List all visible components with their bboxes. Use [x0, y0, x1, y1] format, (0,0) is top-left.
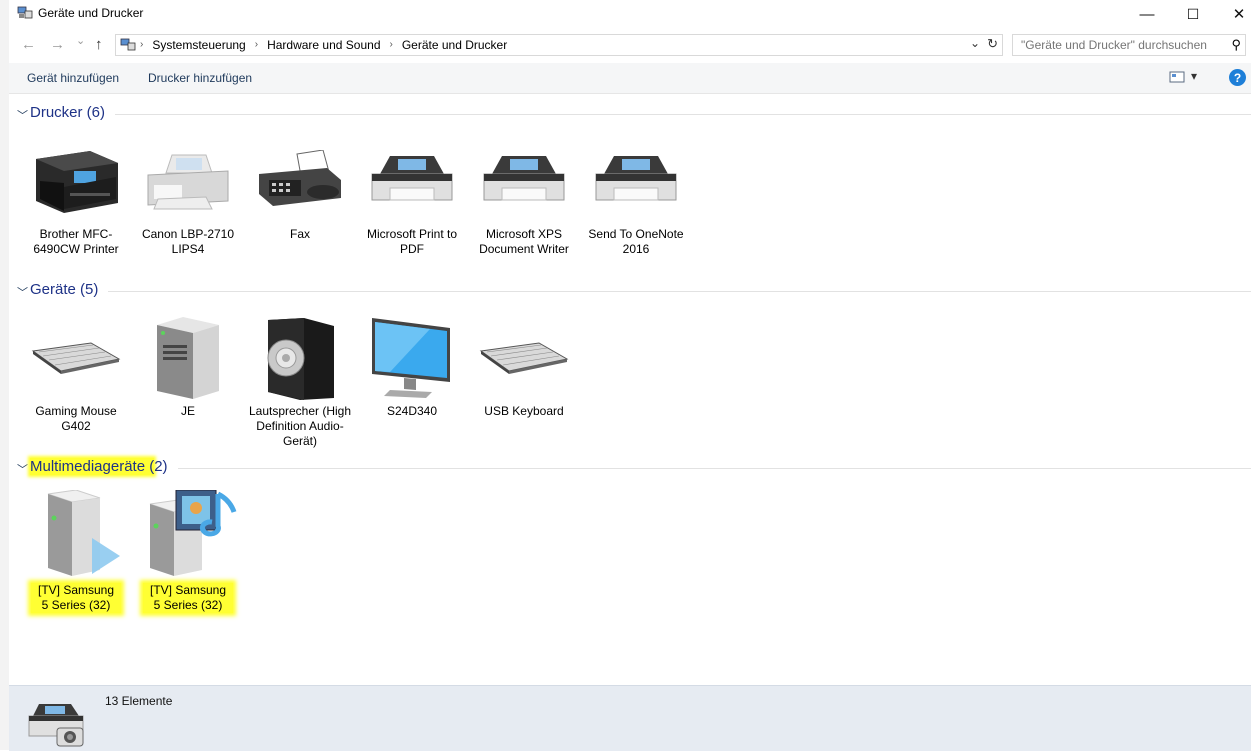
device-item-tv-samsung-renderer[interactable]: [TV] Samsung 5 Series (32)	[21, 490, 131, 613]
address-dropdown-icon[interactable]: ⌄	[970, 36, 980, 50]
maximize-button[interactable]: ☐	[1170, 0, 1216, 28]
view-dropdown-icon[interactable]: ▾	[1191, 69, 1197, 83]
device-item-fax[interactable]: Fax	[245, 138, 355, 242]
title-bar: Geräte und Drucker — ☐ ✕	[9, 0, 1251, 28]
device-item-tv-samsung-server[interactable]: [TV] Samsung 5 Series (32)	[133, 490, 243, 613]
group-header-devices[interactable]: ﹀ Geräte (5)	[9, 281, 1251, 301]
devices-content-pane: ﹀ Drucker (6) Brother MFC-6490CW Printer	[9, 94, 1251, 684]
device-item-ms-print-to-pdf[interactable]: Microsoft Print to PDF	[357, 138, 467, 257]
collapse-chevron-icon[interactable]: ﹀	[17, 284, 28, 300]
group-divider	[115, 114, 1251, 115]
monitor-icon	[372, 318, 450, 398]
fax-icon	[259, 150, 341, 206]
explorer-window: Geräte und Drucker — ☐ ✕ ← → ⌄ ↑ › Syste…	[9, 0, 1251, 751]
navigation-bar: ← → ⌄ ↑ › Systemsteuerung › Hardware und…	[9, 30, 1251, 60]
printer-icon	[371, 156, 453, 201]
window-title: Geräte und Drucker	[38, 6, 144, 20]
search-input[interactable]	[1019, 37, 1223, 53]
device-label: JE	[180, 404, 195, 418]
details-pane: 13 Elemente	[9, 685, 1251, 751]
group-header-multimedia[interactable]: ﹀ Multimediageräte (2)	[9, 458, 1251, 478]
up-arrow-icon[interactable]: ↑	[95, 36, 103, 53]
device-label: Canon LBP-2710 LIPS4	[141, 227, 235, 256]
device-label: Gaming Mouse G402	[35, 404, 117, 433]
printer-icon	[483, 156, 565, 201]
device-item-s24d340[interactable]: S24D340	[357, 315, 467, 419]
address-bar[interactable]: › Systemsteuerung › Hardware und Sound ›…	[115, 34, 1003, 56]
view-options-icon	[1169, 71, 1185, 83]
breadcrumb-separator: ›	[389, 39, 393, 50]
minimize-button[interactable]: —	[1124, 0, 1170, 28]
group-title-devices: Geräte (5)	[30, 281, 99, 298]
breadcrumb-geraete-und-drucker[interactable]: Geräte und Drucker	[402, 38, 507, 52]
device-label: [TV] Samsung 5 Series (32)	[31, 583, 121, 613]
device-item-send-to-onenote[interactable]: Send To OneNote 2016	[581, 138, 691, 257]
group-title-count: 2)	[154, 458, 168, 475]
device-label: Lautsprecher (High Definition Audio-Gerä…	[248, 404, 352, 448]
change-view-button[interactable]: ▾	[1169, 69, 1197, 86]
media-server-icon	[149, 490, 237, 576]
device-item-brother[interactable]: Brother MFC-6490CW Printer	[21, 138, 131, 257]
mfc-printer-icon	[36, 151, 118, 213]
device-label: Microsoft Print to PDF	[366, 227, 458, 256]
group-title-printers: Drucker (6)	[30, 104, 106, 121]
device-item-speaker[interactable]: Lautsprecher (High Definition Audio-Gerä…	[245, 315, 355, 449]
group-header-printers[interactable]: ﹀ Drucker (6)	[9, 104, 1251, 124]
recent-locations-icon[interactable]: ⌄	[76, 34, 85, 47]
device-label: [TV] Samsung 5 Series (32)	[143, 583, 233, 613]
highlighted-text: Multimediageräte (	[30, 458, 155, 475]
device-item-ms-xps-writer[interactable]: Microsoft XPS Document Writer	[469, 138, 579, 257]
media-renderer-icon	[47, 490, 120, 576]
device-label: Send To OneNote 2016	[588, 227, 684, 256]
breadcrumb-separator: ›	[140, 39, 144, 50]
keyboard-icon	[31, 342, 121, 374]
back-arrow-icon[interactable]: ←	[21, 36, 36, 53]
device-label: USB Keyboard	[484, 404, 564, 418]
breadcrumb: › Systemsteuerung › Hardware und Sound ›…	[140, 38, 507, 52]
search-icon[interactable]: ⚲	[1231, 37, 1241, 53]
control-panel-icon	[120, 38, 136, 51]
device-label: S24D340	[386, 404, 438, 418]
speaker-icon	[267, 318, 334, 400]
help-button[interactable]: ?	[1229, 69, 1246, 86]
device-item-gaming-mouse[interactable]: Gaming Mouse G402	[21, 315, 131, 434]
group-divider	[178, 468, 1251, 469]
device-label: Fax	[289, 227, 310, 241]
collapse-chevron-icon[interactable]: ﹀	[17, 107, 28, 123]
group-title-multimedia: Multimediageräte (2)	[30, 458, 168, 475]
forward-arrow-icon[interactable]: →	[50, 36, 65, 53]
device-label: Microsoft XPS Document Writer	[479, 227, 569, 256]
close-button[interactable]: ✕	[1216, 0, 1251, 28]
device-label: Brother MFC-6490CW Printer	[33, 227, 119, 256]
device-item-usb-keyboard[interactable]: USB Keyboard	[469, 315, 579, 419]
printer-icon	[147, 154, 229, 210]
search-box[interactable]: ⚲	[1012, 34, 1246, 56]
breadcrumb-systemsteuerung[interactable]: Systemsteuerung	[152, 38, 245, 52]
printer-icon	[595, 156, 677, 201]
breadcrumb-separator: ›	[254, 39, 259, 50]
computer-tower-icon	[157, 317, 219, 399]
add-printer-button[interactable]: Drucker hinzufügen	[148, 71, 252, 85]
command-bar: Gerät hinzufügen Drucker hinzufügen ▾ ?	[9, 63, 1251, 94]
device-item-canon[interactable]: Canon LBP-2710 LIPS4	[133, 138, 243, 257]
collapse-chevron-icon[interactable]: ﹀	[17, 461, 28, 477]
item-count: 13 Elemente	[105, 694, 173, 708]
devices-printers-icon	[28, 704, 84, 747]
breadcrumb-hardware-und-sound[interactable]: Hardware und Sound	[267, 38, 380, 52]
group-divider	[108, 291, 1251, 292]
add-device-button[interactable]: Gerät hinzufügen	[27, 71, 119, 85]
keyboard-icon	[479, 342, 569, 374]
devices-printers-app-icon	[17, 6, 33, 19]
refresh-icon[interactable]: ↻	[987, 36, 998, 52]
device-item-je[interactable]: JE	[133, 315, 243, 419]
